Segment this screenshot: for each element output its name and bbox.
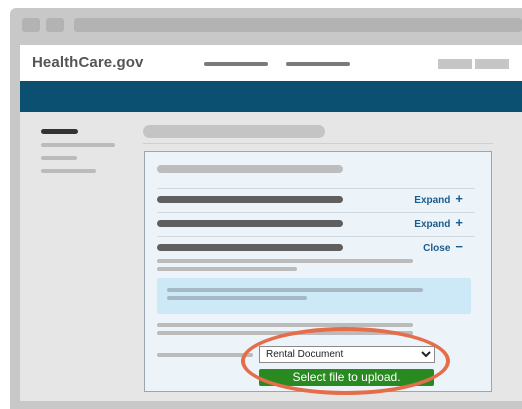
accordion-toggle-1[interactable]: Expand + bbox=[414, 191, 463, 206]
plus-icon: + bbox=[455, 191, 463, 206]
heading-rule bbox=[143, 143, 493, 144]
sidebar-active-item[interactable] bbox=[41, 129, 78, 134]
plus-icon: + bbox=[455, 215, 463, 230]
nav-link-placeholder-1[interactable] bbox=[204, 62, 268, 66]
address-bar[interactable] bbox=[74, 18, 522, 32]
site-logo[interactable]: HealthCare.gov bbox=[32, 54, 143, 71]
header-button-placeholder-2[interactable] bbox=[475, 59, 509, 69]
nav-link-placeholder-2[interactable] bbox=[286, 62, 350, 66]
info-box bbox=[157, 278, 471, 314]
page-heading-placeholder bbox=[143, 125, 325, 138]
minus-icon: − bbox=[455, 239, 463, 254]
accordion-divider bbox=[157, 212, 475, 213]
site-header: HealthCare.gov bbox=[20, 45, 522, 81]
nav-band bbox=[20, 81, 522, 112]
accordion-toggle-label: Close bbox=[423, 243, 451, 254]
sidebar-item[interactable] bbox=[41, 156, 77, 160]
card-title-placeholder bbox=[157, 165, 343, 173]
info-text-placeholder bbox=[167, 296, 307, 300]
info-text-placeholder bbox=[167, 288, 423, 292]
body-text-placeholder bbox=[157, 259, 413, 263]
sidebar-item[interactable] bbox=[41, 169, 96, 173]
window-control-2 bbox=[46, 18, 64, 32]
body-text-placeholder bbox=[157, 267, 297, 271]
accordion-toggle-3[interactable]: Close − bbox=[423, 239, 463, 254]
accordion-toggle-label: Expand bbox=[414, 195, 451, 206]
sidebar-item[interactable] bbox=[41, 143, 115, 147]
window-control-1 bbox=[22, 18, 40, 32]
accordion-toggle-2[interactable]: Expand + bbox=[414, 215, 463, 230]
accordion-divider bbox=[157, 236, 475, 237]
accordion-title-placeholder-2 bbox=[157, 220, 343, 227]
accordion-title-placeholder-1 bbox=[157, 196, 343, 203]
field-label-placeholder bbox=[157, 353, 253, 357]
accordion-title-placeholder-3 bbox=[157, 244, 343, 251]
highlight-ring bbox=[241, 327, 450, 395]
accordion-divider bbox=[157, 188, 475, 189]
header-button-placeholder-1[interactable] bbox=[438, 59, 472, 69]
accordion-toggle-label: Expand bbox=[414, 219, 451, 230]
body-text-placeholder bbox=[157, 323, 413, 327]
